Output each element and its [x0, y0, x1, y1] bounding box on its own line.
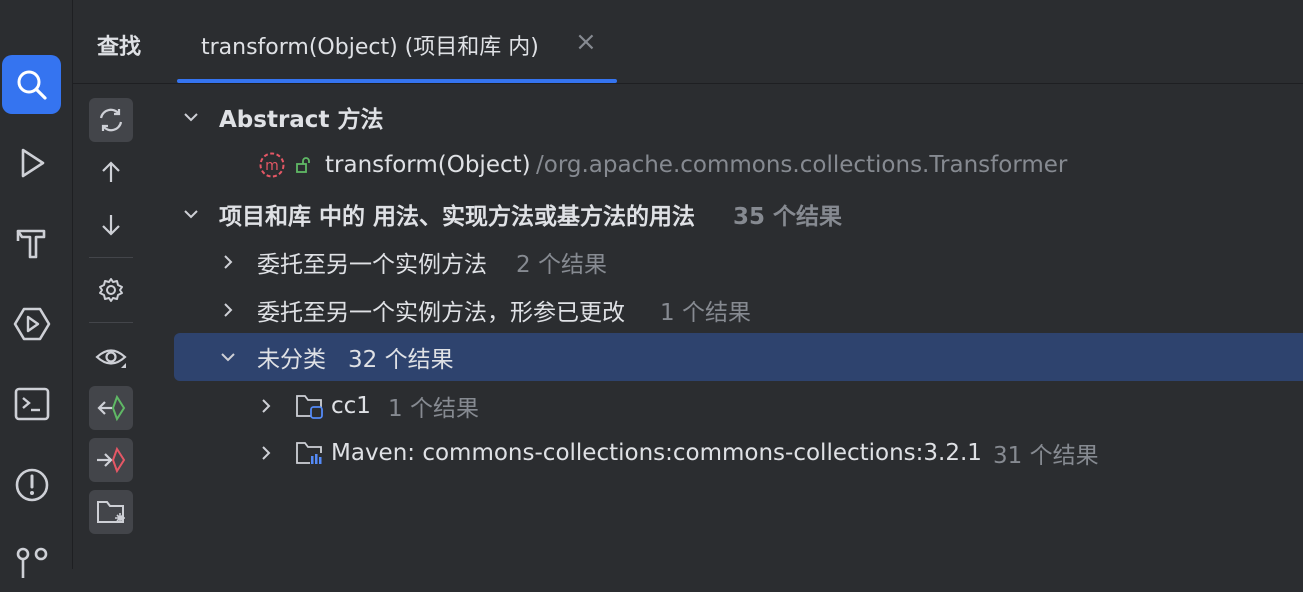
tree-item-unclassified[interactable]: 未分类 32 个结果: [174, 333, 1303, 381]
chevron-down-icon[interactable]: [216, 333, 240, 381]
toolbar-separator: [89, 257, 133, 258]
result-count: 2 个结果: [516, 252, 607, 278]
previous-icon[interactable]: [89, 150, 133, 194]
problems-icon[interactable]: [2, 455, 61, 514]
chevron-down-icon[interactable]: [179, 93, 203, 141]
find-toolbar: [73, 84, 174, 569]
chevron-right-icon[interactable]: [254, 429, 278, 477]
method-icon: m: [257, 141, 287, 189]
method-path: /org.apache.commons.collections.Transfor…: [536, 152, 1068, 178]
search-icon[interactable]: [2, 55, 61, 114]
tree-item-label: 未分类: [257, 347, 326, 373]
result-count: 1 个结果: [388, 396, 479, 422]
tree-group-usages[interactable]: 项目和库 中的 用法、实现方法或基方法的用法 35 个结果: [174, 190, 1303, 238]
result-count: 31 个结果: [993, 443, 1099, 469]
terminal-icon[interactable]: [2, 374, 61, 433]
toolbar-separator: [89, 322, 133, 323]
tree-module-cc1[interactable]: cc1 1 个结果: [174, 382, 1303, 430]
close-icon[interactable]: ×: [575, 27, 597, 57]
tree-library-maven[interactable]: Maven: commons-collections:commons-colle…: [174, 429, 1303, 477]
public-access-icon: [294, 141, 314, 189]
settings-icon[interactable]: [89, 268, 133, 312]
chevron-right-icon[interactable]: [254, 382, 278, 430]
chevron-down-icon[interactable]: [179, 190, 203, 238]
services-icon[interactable]: [2, 294, 61, 353]
read-access-icon[interactable]: [89, 386, 133, 430]
result-count: 35 个结果: [733, 204, 843, 230]
tree-method-row[interactable]: m transform(Object) /org.apache.commons.…: [174, 141, 1303, 189]
tree-item-label: Maven: commons-collections:commons-colle…: [331, 440, 982, 466]
write-access-icon[interactable]: [89, 438, 133, 482]
result-count: 32 个结果: [348, 347, 454, 373]
module-folder-icon: [293, 382, 327, 430]
tree-item-delegate-params-changed[interactable]: 委托至另一个实例方法，形参已更改 1 个结果: [174, 286, 1303, 334]
result-count: 1 个结果: [660, 300, 751, 326]
tree-group-abstract-methods[interactable]: Abstract 方法: [174, 93, 1303, 141]
find-title: 查找: [97, 35, 142, 60]
library-folder-icon: [293, 429, 327, 477]
tab-find-results[interactable]: transform(Object) (项目和库 内) ×: [177, 0, 617, 83]
build-icon[interactable]: [2, 213, 61, 272]
method-name: transform(Object): [325, 152, 531, 178]
tree-item-delegate[interactable]: 委托至另一个实例方法 2 个结果: [174, 238, 1303, 286]
chevron-right-icon[interactable]: [216, 238, 240, 286]
find-tool-header: 查找 transform(Object) (项目和库 内) ×: [73, 0, 1303, 84]
tree-item-label: cc1: [331, 393, 371, 419]
tab-active-indicator: [177, 79, 617, 83]
tree-item-label: 委托至另一个实例方法，形参已更改: [257, 300, 625, 326]
tab-label: transform(Object) (项目和库 内): [201, 35, 539, 60]
results-tree: Abstract 方法 m transform(Object) /org.apa…: [174, 93, 1303, 569]
rerun-icon[interactable]: [89, 98, 133, 142]
tree-item-label: 委托至另一个实例方法: [257, 252, 487, 278]
chevron-right-icon[interactable]: [216, 286, 240, 334]
run-icon[interactable]: [2, 133, 61, 192]
svg-text:m: m: [265, 158, 279, 174]
tree-group-label: Abstract 方法: [219, 107, 384, 133]
tree-group-label: 项目和库 中的 用法、实现方法或基方法的用法: [219, 204, 696, 230]
git-icon[interactable]: [2, 533, 61, 592]
preview-icon[interactable]: [89, 335, 133, 379]
tool-window-strip: [0, 0, 73, 578]
group-by-module-icon[interactable]: [89, 490, 133, 534]
next-icon[interactable]: [89, 203, 133, 247]
